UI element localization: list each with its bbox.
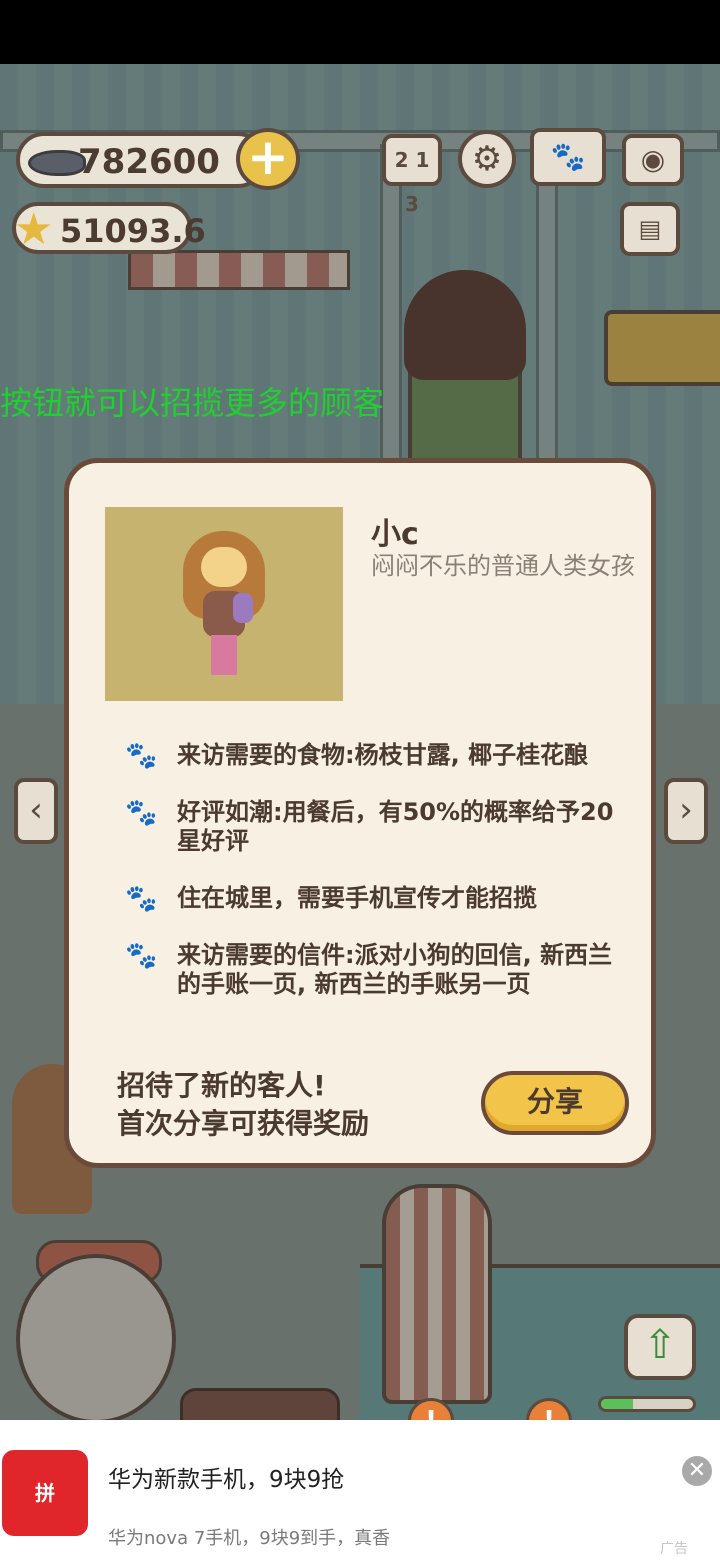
chevron-left-icon: ‹ <box>29 790 43 830</box>
postcard-button[interactable]: ▤ <box>620 202 680 256</box>
ranking-button[interactable]: 2 1 3 <box>382 134 442 216</box>
trait-text: 好评如潮:用餐后，有50%的概率给予20星好评 <box>177 798 614 855</box>
postcard-icon: ▤ <box>638 215 662 243</box>
ad-subtitle[interactable]: 华为nova 7手机，9块9到手，真香 <box>108 1524 390 1550</box>
trait-item: 🐾 住在城里，需要手机宣传才能招揽 <box>125 884 625 913</box>
upgrade-progress-fill <box>601 1399 634 1409</box>
camera-icon: ◉ <box>640 143 666 176</box>
trait-text: 来访需要的信件:派对小狗的回信, 新西兰的手账一页, 新西兰的手账另一页 <box>177 941 613 998</box>
customer-name: 小c <box>371 517 419 552</box>
paw-icon: 🐾 <box>125 884 158 914</box>
paw-icon: 🐾 <box>125 741 158 771</box>
reward-message-line1: 招待了新的客人! <box>117 1069 326 1102</box>
trait-text: 住在城里，需要手机宣传才能招揽 <box>177 884 537 912</box>
customer-info-modal: 小c 闷闷不乐的普通人类女孩 🐾 来访需要的食物:杨枝甘露, 椰子桂花酿 🐾 好… <box>64 458 656 1168</box>
reward-message-line2: 首次分享可获得奖励 <box>117 1107 370 1140</box>
reward-message: 招待了新的客人! 首次分享可获得奖励 <box>117 1067 369 1143</box>
customer-description: 闷闷不乐的普通人类女孩 <box>371 552 635 580</box>
plus-icon: + <box>247 128 289 186</box>
upgrade-button[interactable]: ⇧ <box>624 1314 696 1380</box>
fish-currency-display: 782600 <box>16 132 266 188</box>
fish-currency-value: 782600 <box>78 142 220 182</box>
gear-icon: ⚙ <box>471 139 503 179</box>
customer-traits-list: 🐾 来访需要的食物:杨枝甘露, 椰子桂花酿 🐾 好评如潮:用餐后，有50%的概率… <box>125 741 625 1027</box>
portrait-face <box>201 547 247 587</box>
ad-banner[interactable]: 拼 华为新款手机，9块9抢 华为nova 7手机，9块9到手，真香 ✕ <box>0 1420 720 1560</box>
upgrade-progress-bar <box>598 1396 696 1412</box>
share-button[interactable]: 分享 <box>481 1071 629 1135</box>
paw-icon: 🐾 <box>125 798 158 828</box>
close-icon[interactable]: ✕ <box>682 1456 712 1486</box>
portrait-legs <box>211 635 237 675</box>
paw-book-icon: 🐾 <box>550 140 586 173</box>
ad-title[interactable]: 华为新款手机，9块9抢 <box>108 1460 344 1494</box>
fish-icon <box>28 150 86 176</box>
collection-book-button[interactable]: 🐾 <box>530 128 606 186</box>
customer-portrait <box>105 507 343 701</box>
star-currency-display: ★ 51093.6 <box>12 202 206 255</box>
paw-icon: 🐾 <box>125 941 158 971</box>
trait-text: 来访需要的食物:杨枝甘露, 椰子桂花酿 <box>177 741 589 769</box>
star-currency-value: 51093.6 <box>60 212 206 250</box>
trait-item: 🐾 来访需要的食物:杨枝甘露, 椰子桂花酿 <box>125 741 625 770</box>
arrow-up-icon: ⇧ <box>643 1322 677 1368</box>
ad-label: 广告 <box>660 1541 688 1557</box>
camera-button[interactable]: ◉ <box>622 134 684 186</box>
trait-item: 🐾 好评如潮:用餐后，有50%的概率给予20星好评 <box>125 798 625 856</box>
trait-item: 🐾 来访需要的信件:派对小狗的回信, 新西兰的手账一页, 新西兰的手账另一页 <box>125 941 625 999</box>
settings-button[interactable]: ⚙ <box>458 130 516 188</box>
star-icon: ★ <box>14 204 54 255</box>
previous-customer-button[interactable]: ‹ <box>14 778 58 844</box>
status-bar <box>0 0 720 64</box>
portrait-backpack <box>233 593 253 623</box>
pinduoduo-logo[interactable]: 拼 <box>2 1450 88 1536</box>
game-scene[interactable]: 782600 + ★ 51093.6 2 1 3 ⚙ 🐾 ◉ ▤ 按钮就可以招揽… <box>0 64 720 1420</box>
scrolling-hint-text: 按钮就可以招揽更多的顾客 <box>0 384 385 422</box>
add-currency-button[interactable]: + <box>236 128 300 190</box>
chevron-right-icon: › <box>679 790 693 830</box>
next-customer-button[interactable]: › <box>664 778 708 844</box>
